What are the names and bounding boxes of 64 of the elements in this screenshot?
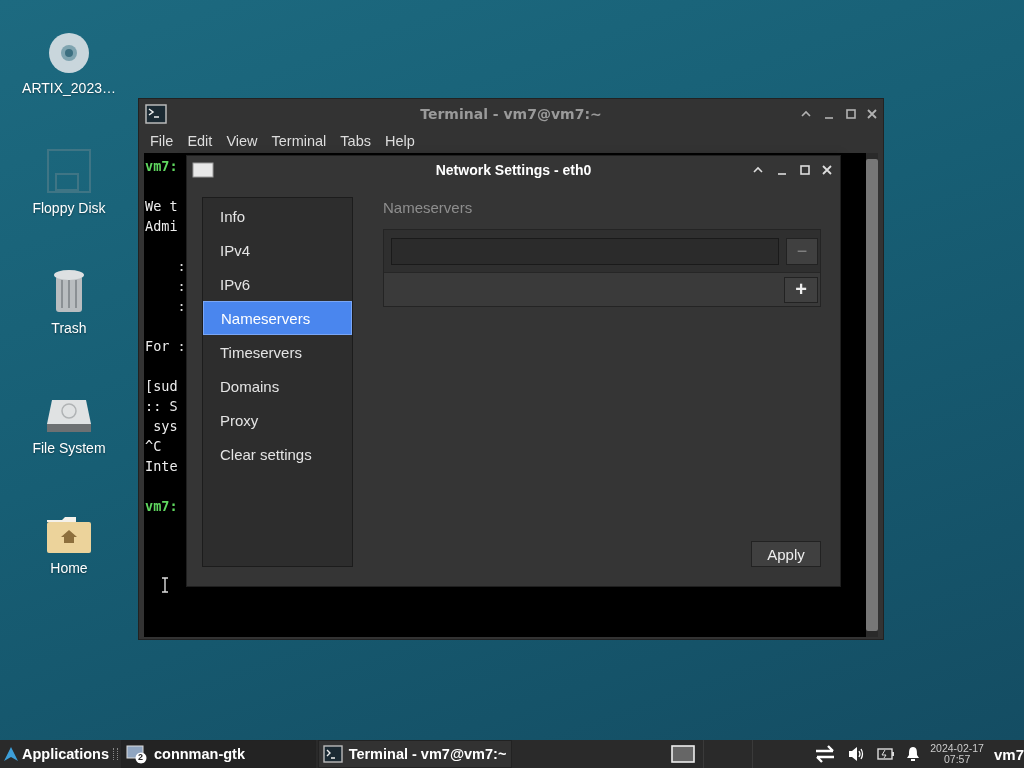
terminal-line: : (176, 277, 186, 296)
add-button[interactable]: + (784, 276, 818, 303)
terminal-line: : (176, 257, 186, 276)
desktop-icon-label[interactable]: Trash (51, 320, 87, 336)
menu-item[interactable]: Tabs (333, 133, 378, 149)
terminal-line: :: S (145, 397, 178, 416)
sidebar-item[interactable]: Domains (203, 369, 352, 403)
menu-item[interactable]: View (219, 133, 265, 149)
sidebar-item[interactable]: IPv6 (203, 267, 352, 301)
sidebar-item[interactable]: Timeservers (203, 335, 352, 369)
terminal-icon (322, 745, 343, 763)
desktop-icon-label[interactable]: ARTIX_2023… (22, 80, 116, 96)
roll-up-icon[interactable] (752, 164, 764, 175)
shell-prompt: vm7: (145, 497, 178, 516)
menu-item[interactable]: Help (378, 133, 422, 149)
sidebar-item[interactable]: Info (203, 199, 352, 233)
disc-icon[interactable] (48, 32, 90, 74)
desktop-icon-label[interactable]: Home (50, 560, 88, 576)
window-title: Terminal - vm7@vm7:~ (420, 106, 602, 122)
user-name[interactable]: vm7 (993, 745, 1024, 763)
taskbar-button[interactable]: Terminal - vm7@vm7:~ (317, 740, 513, 768)
maximize-icon[interactable] (800, 164, 810, 175)
applications-menu-button[interactable]: Applications (0, 740, 113, 768)
date-text: 2024-02-17 (930, 743, 984, 754)
home-folder-icon[interactable] (46, 516, 92, 554)
desktop-icon (671, 745, 696, 763)
terminal-line: : (176, 297, 186, 316)
desktop-icon-label[interactable]: Floppy Disk (32, 200, 106, 216)
window-icon (125, 744, 148, 764)
close-icon[interactable] (867, 109, 877, 119)
window-count-label: 2 (136, 752, 144, 762)
text-cursor-icon (161, 577, 169, 593)
trash-icon[interactable] (52, 268, 86, 314)
menu-item[interactable]: File (143, 133, 181, 149)
sidebar-item[interactable]: Proxy (203, 403, 352, 437)
terminal-line: Inte (145, 457, 178, 476)
menu-item[interactable]: Terminal (264, 133, 334, 149)
terminal-line: sys (152, 417, 178, 436)
roll-up-icon[interactable] (800, 109, 812, 119)
terminal-icon (145, 104, 167, 124)
bell-icon[interactable] (906, 746, 921, 762)
sidebar-item[interactable]: IPv4 (203, 233, 352, 267)
window-icon (192, 161, 214, 178)
battery-icon[interactable] (877, 748, 896, 760)
window-title: Network Settings - eth0 (435, 161, 592, 178)
artix-logo-icon (3, 746, 19, 762)
terminal-line: ^C (145, 437, 162, 456)
close-icon[interactable] (822, 164, 832, 175)
hard-drive-icon[interactable] (46, 398, 92, 434)
terminal-line: For : (145, 337, 186, 356)
sidebar-item[interactable]: Clear settings (203, 437, 352, 471)
apply-button[interactable]: Apply (751, 541, 821, 567)
section-title: Nameservers (383, 199, 473, 218)
terminal-line: We t (145, 197, 178, 216)
menu-item[interactable]: Edit (180, 133, 220, 149)
sidebar-item[interactable]: Nameservers (203, 301, 352, 335)
taskbar-button[interactable]: 2 connman-gtk (120, 740, 316, 768)
terminal-line: [sud (145, 377, 178, 396)
maximize-icon[interactable] (846, 109, 856, 119)
shell-prompt: vm7: (145, 157, 178, 176)
terminal-line: Admi (145, 217, 178, 236)
scrollbar[interactable] (866, 153, 878, 637)
time-text: 07:57 (943, 754, 971, 765)
desktop-icon-label[interactable]: File System (32, 440, 106, 456)
